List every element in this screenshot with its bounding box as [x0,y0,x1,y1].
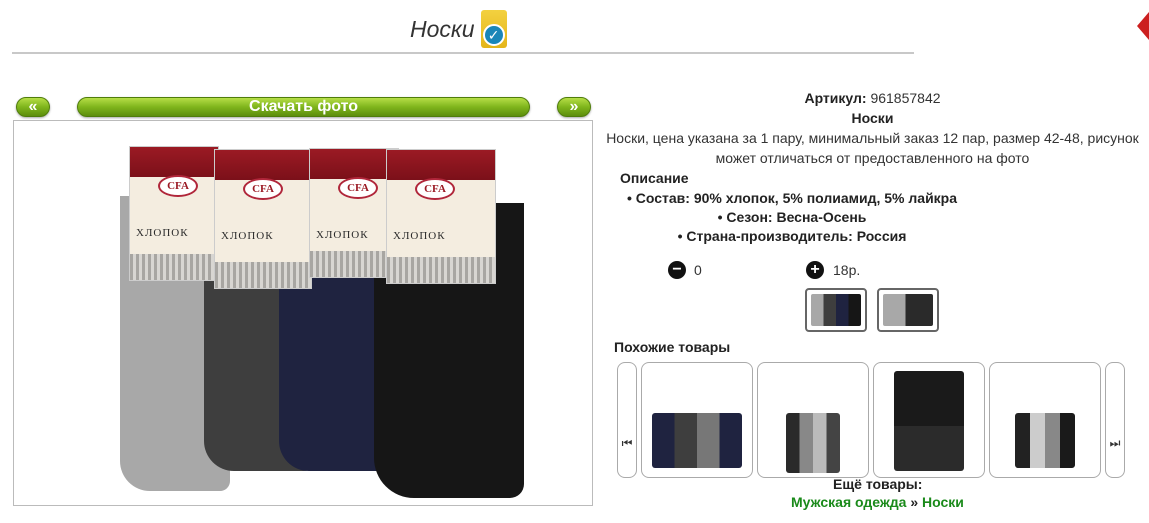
similar-heading: Похожие товары [614,339,731,355]
list-item: • Состав: 90% хлопок, 5% полиамид, 5% ла… [626,190,958,206]
page-title: Носки [410,15,475,42]
swatch-multicolor[interactable] [805,288,867,332]
verified-badge: ✓ [480,10,507,48]
crumb-socks[interactable]: Носки [922,494,964,510]
price-value: 18р. [833,262,861,278]
plus-circle-icon[interactable]: + [806,261,824,279]
product-summary-line2: может отличаться от предоставленного на … [715,150,1030,166]
product-photo[interactable]: CFA ХЛОПОК CFA ХЛОПОК CFA ХЛОПОК CFA ХЛО… [13,120,593,506]
product-details: Артикул: 961857842 Носки Носки, цена ука… [596,88,1149,168]
download-photo-button[interactable]: Скачать фото [77,97,530,117]
package-tag: CFA ХЛОПОК [129,146,219,281]
product-name: Носки [851,110,894,126]
crumb-separator: » [910,494,919,510]
description-list: • Состав: 90% хлопок, 5% полиамид, 5% ла… [612,190,972,247]
title-divider [12,52,914,54]
skip-forward-icon[interactable]: ⏭ [1105,362,1125,478]
verified-check-icon: ✓ [482,24,505,46]
package-tag: CFA ХЛОПОК [214,149,312,289]
quantity-value: 0 [694,262,702,278]
similar-product-4[interactable] [989,362,1101,478]
next-photo-button[interactable]: » [557,97,591,117]
page-header: Носки ✓ [410,10,507,48]
breadcrumb: Мужская одежда » Носки [791,494,964,510]
package-tag: CFA ХЛОПОК [386,149,496,284]
similar-product-2[interactable] [757,362,869,478]
list-item: • Страна-производитель: Россия [677,228,907,244]
list-item: • Сезон: Весна-Осень [717,209,867,225]
similar-product-1[interactable] [641,362,753,478]
prev-photo-button[interactable]: « [16,97,50,117]
article-label: Артикул: [804,90,867,106]
minus-circle-icon[interactable]: − [668,261,686,279]
description-heading: Описание [620,170,689,186]
more-products-heading: Ещё товары: [833,476,923,492]
skip-back-icon[interactable]: ⏮ [617,362,637,478]
red-arrow-icon[interactable] [1137,12,1149,40]
product-summary-line1: Носки, цена указана за 1 пару, минимальн… [606,130,1139,146]
similar-product-3[interactable] [873,362,985,478]
swatch-gray-black[interactable] [877,288,939,332]
article-value: 961857842 [870,90,941,106]
crumb-mens-clothing[interactable]: Мужская одежда [791,494,906,510]
